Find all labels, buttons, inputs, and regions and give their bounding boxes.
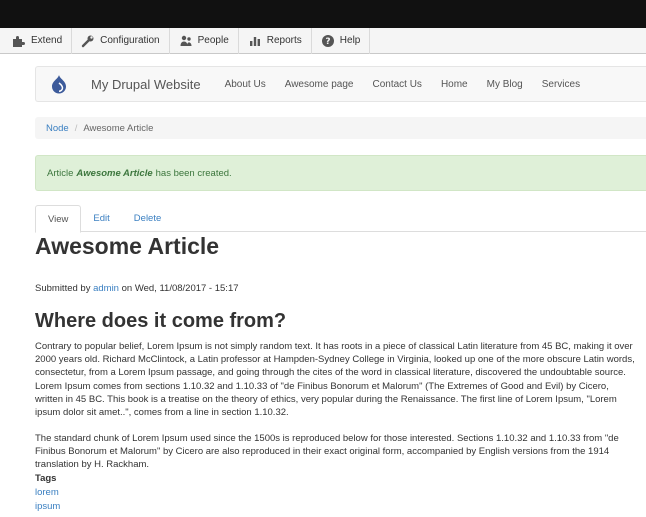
- tab-delete[interactable]: Delete: [122, 205, 173, 232]
- toolbar-people-label: People: [197, 35, 229, 46]
- nav-link-about-us[interactable]: About Us: [225, 79, 266, 90]
- puzzle-icon: [12, 34, 26, 48]
- nav-link-awesome-page[interactable]: Awesome page: [285, 79, 354, 90]
- toolbar-reports[interactable]: Reports: [239, 27, 312, 54]
- breadcrumb: Node / Awesome Article: [35, 117, 646, 139]
- toolbar-reports-label: Reports: [266, 35, 302, 46]
- svg-text:?: ?: [325, 37, 330, 47]
- toolbar-people[interactable]: People: [170, 27, 239, 54]
- status-message-prefix: Article: [47, 167, 74, 179]
- breadcrumb-node-link[interactable]: Node: [46, 123, 69, 134]
- submitted-prefix: Submitted by: [35, 283, 91, 294]
- article-heading: Where does it come from?: [35, 310, 287, 332]
- admin-toolbar: Extend Configuration People Reports ? He…: [0, 27, 646, 54]
- submitted-date: on Wed, 11/08/2017 - 15:17: [121, 283, 239, 294]
- nav-link-my-blog[interactable]: My Blog: [487, 79, 523, 90]
- toolbar-help-label: Help: [339, 35, 361, 46]
- toolbar-extend-label: Extend: [31, 35, 63, 46]
- bar-chart-icon: [248, 34, 262, 48]
- nav-link-services[interactable]: Services: [542, 79, 580, 90]
- toolbar-help[interactable]: ? Help: [312, 27, 371, 54]
- page-title: Awesome Article: [35, 233, 220, 259]
- help-icon: ?: [321, 34, 335, 48]
- tags-label: Tags: [35, 473, 57, 484]
- drupal-logo-icon[interactable]: [49, 74, 69, 94]
- tab-view[interactable]: View: [35, 205, 82, 233]
- people-icon: [179, 34, 193, 48]
- nav-link-home[interactable]: Home: [441, 79, 468, 90]
- site-navbar: My Drupal Website About Us Awesome page …: [35, 66, 646, 102]
- toolbar-configuration[interactable]: Configuration: [72, 27, 170, 54]
- status-message: Article Awesome Article has been created…: [35, 155, 646, 191]
- toolbar-configuration-label: Configuration: [100, 35, 160, 46]
- browser-top-bar: [0, 0, 646, 28]
- article-paragraph-1: Contrary to popular belief, Lorem Ipsum …: [35, 341, 635, 419]
- breadcrumb-separator: /: [74, 122, 78, 134]
- status-message-suffix: has been created.: [155, 167, 232, 179]
- status-message-title: Awesome Article: [76, 167, 153, 179]
- tag-link-ipsum[interactable]: ipsum: [35, 501, 60, 512]
- local-tasks-tabs: View Edit Delete: [35, 205, 646, 233]
- submitted-info: Submitted by admin on Wed, 11/08/2017 - …: [35, 283, 239, 294]
- toolbar-extend[interactable]: Extend: [0, 27, 73, 54]
- article-paragraph-2: The standard chunk of Lorem Ipsum used s…: [35, 433, 619, 471]
- nav-link-contact-us[interactable]: Contact Us: [372, 79, 421, 90]
- breadcrumb-current: Awesome Article: [83, 122, 154, 134]
- site-name-link[interactable]: My Drupal Website: [91, 77, 201, 92]
- wrench-icon: [81, 34, 95, 48]
- tab-edit[interactable]: Edit: [81, 205, 121, 232]
- tag-link-lorem[interactable]: lorem: [35, 487, 59, 498]
- author-link[interactable]: admin: [93, 283, 119, 294]
